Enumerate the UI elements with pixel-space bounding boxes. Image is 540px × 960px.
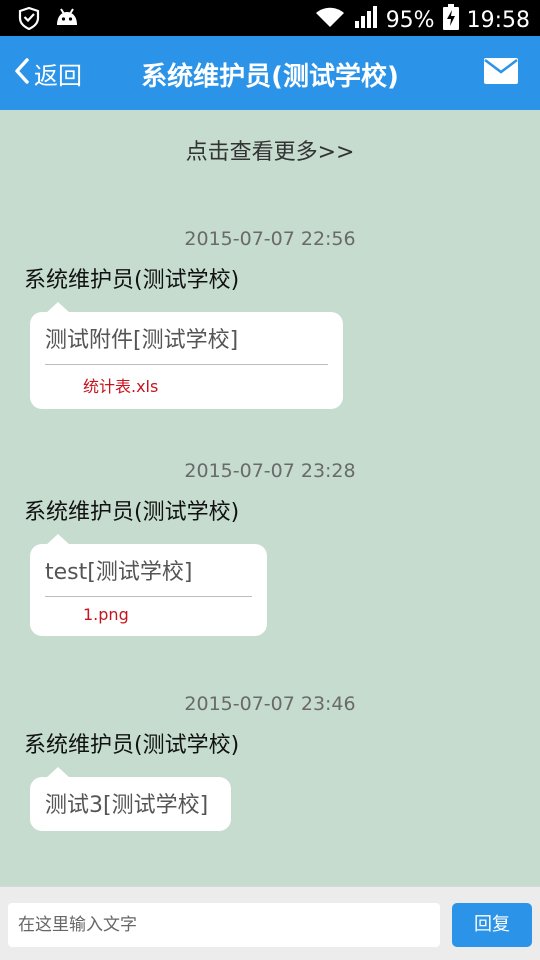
page-title: 系统维护员(测试学校): [141, 62, 399, 92]
status-bar: 95% 19:58: [0, 0, 540, 36]
message-text: 测试3[测试学校]: [45, 793, 209, 818]
message-text: test[测试学校]: [45, 560, 193, 585]
message-timestamp: 2015-07-07 23:46: [184, 693, 356, 715]
message-timestamp: 2015-07-07 22:56: [184, 228, 356, 250]
wifi-icon: [314, 5, 346, 35]
shield-icon: [18, 6, 40, 34]
message-text: 测试附件[测试学校]: [45, 328, 239, 353]
message-bubble[interactable]: 测试附件[测试学校] 统计表.xls: [30, 302, 343, 409]
load-more-link[interactable]: 点击查看更多>>: [0, 134, 540, 166]
message-bubble[interactable]: test[测试学校] 1.png: [30, 534, 267, 636]
reply-button[interactable]: 回复: [452, 903, 532, 947]
message-sender: 系统维护员(测试学校): [24, 268, 240, 293]
status-left: [18, 6, 80, 34]
bubble-divider: [45, 364, 328, 365]
bubble-divider: [45, 596, 252, 597]
app-header: 返回 系统维护员(测试学校): [0, 36, 540, 110]
battery-percent: 95%: [385, 7, 435, 33]
status-right: 95% 19:58: [314, 4, 530, 36]
message-timestamp: 2015-07-07 23:28: [184, 460, 356, 482]
message-sender: 系统维护员(测试学校): [24, 500, 240, 525]
chat-area[interactable]: 点击查看更多>> 2015-07-07 22:56 系统维护员(测试学校) 测试…: [0, 110, 540, 886]
message-sender: 系统维护员(测试学校): [24, 733, 240, 758]
mail-button[interactable]: [484, 58, 518, 88]
attachment-link[interactable]: 统计表.xls: [83, 373, 328, 397]
mail-icon: [484, 58, 518, 88]
battery-charging-icon: [442, 4, 459, 36]
clock: 19:58: [466, 7, 530, 33]
android-icon: [54, 7, 80, 33]
reply-bar: 回复: [0, 886, 540, 960]
message-bubble[interactable]: 测试3[测试学校]: [30, 767, 231, 831]
attachment-link[interactable]: 1.png: [83, 605, 252, 624]
signal-icon: [354, 5, 378, 35]
message-input[interactable]: [8, 903, 440, 947]
